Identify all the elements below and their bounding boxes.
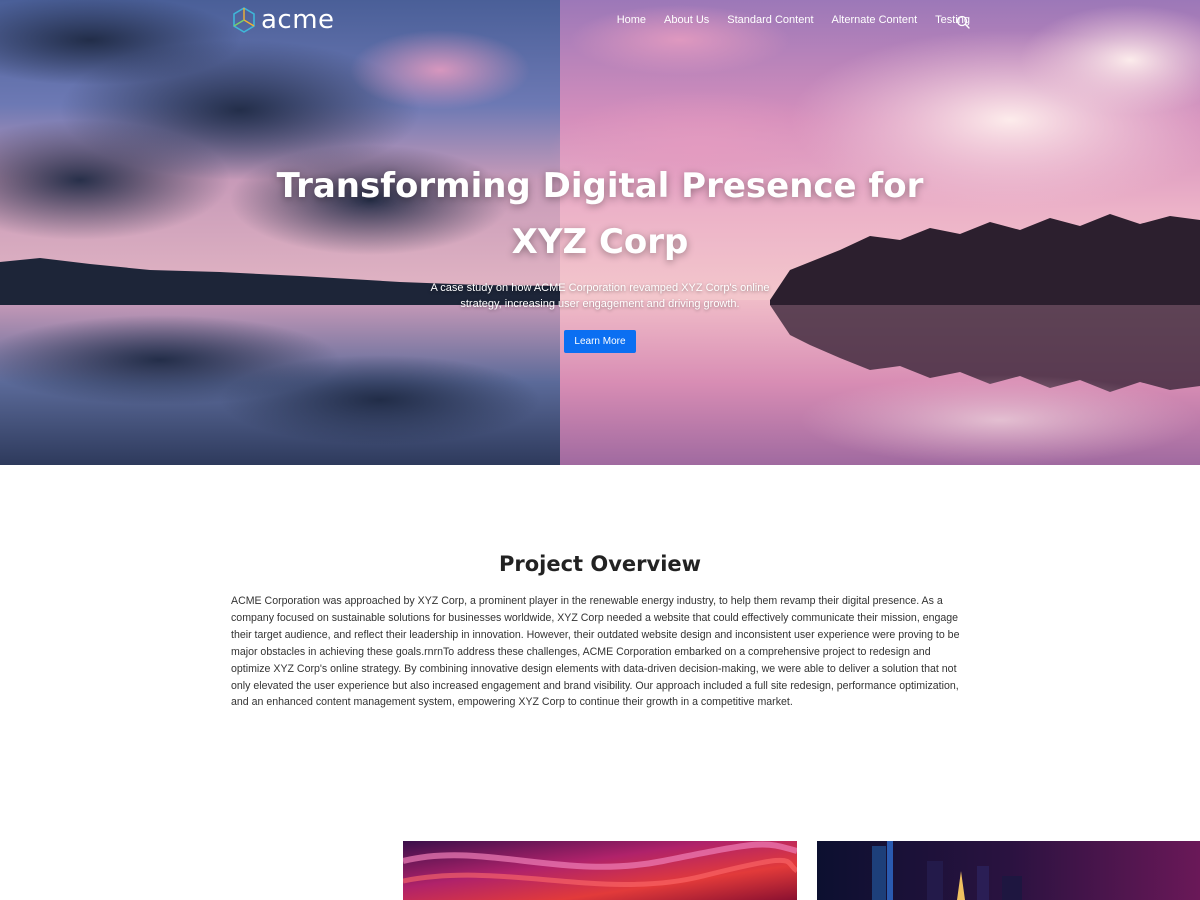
logo-text: acme	[261, 5, 335, 35]
overview-title: Project Overview	[498, 552, 702, 576]
card-image-city-night[interactable]	[817, 841, 1200, 900]
nav-item-about-us[interactable]: About Us	[664, 14, 709, 26]
hero-content: Transforming Digital Presence for XYZ Co…	[0, 158, 1200, 353]
logo-link[interactable]: acme	[233, 7, 335, 33]
hero-title: Transforming Digital Presence for XYZ Co…	[276, 166, 924, 262]
hero-section: acme Home About Us Standard Content Alte…	[0, 0, 1200, 465]
overview-body: ACME Corporation was approached by XYZ C…	[231, 595, 960, 709]
main-nav: Home About Us Standard Content Alternate…	[599, 14, 970, 26]
nav-item-standard-content[interactable]: Standard Content	[727, 14, 813, 26]
card-image-abstract-waves[interactable]	[403, 841, 797, 900]
project-overview-section: Project Overview ACME Corporation was ap…	[0, 465, 1200, 840]
hexagon-logo-icon	[233, 7, 255, 33]
hero-subtitle: A case study on how ACME Corporation rev…	[430, 282, 770, 310]
search-icon	[956, 15, 970, 29]
search-button[interactable]	[956, 15, 970, 29]
site-header: acme Home About Us Standard Content Alte…	[0, 0, 1200, 44]
nav-item-alternate-content[interactable]: Alternate Content	[832, 14, 918, 26]
nav-item-home[interactable]: Home	[617, 14, 646, 26]
learn-more-button[interactable]: Learn More	[564, 330, 636, 353]
